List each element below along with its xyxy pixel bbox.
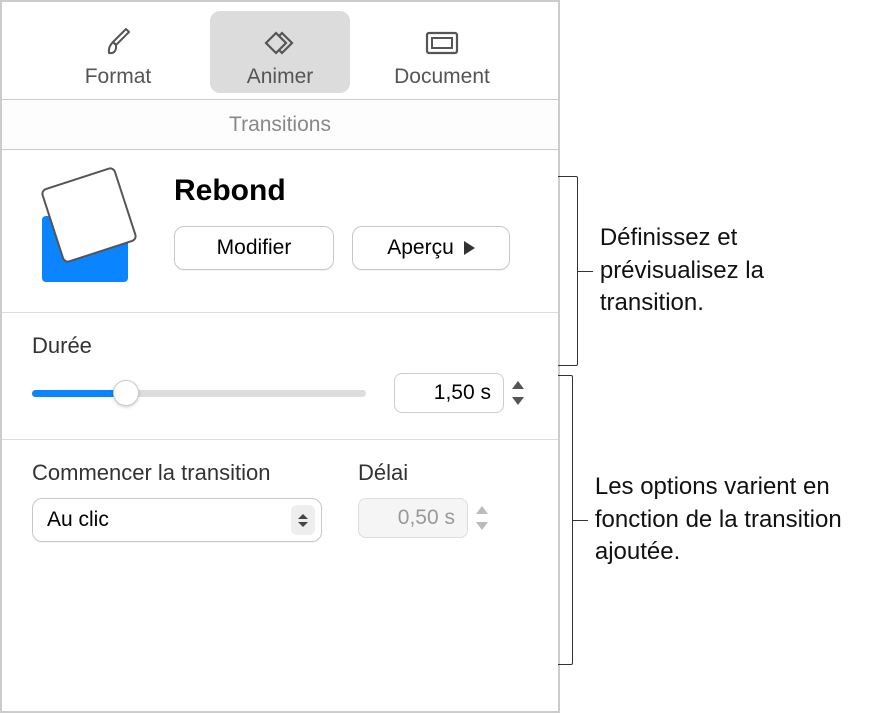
modify-button[interactable]: Modifier: [174, 226, 334, 270]
duration-input[interactable]: [394, 373, 504, 413]
duration-step-down[interactable]: [508, 394, 528, 409]
inspector-panel: Format Animer Document: [0, 0, 560, 713]
transition-name: Rebond: [174, 174, 528, 208]
tab-format[interactable]: Format: [48, 11, 188, 93]
delay-stepper: [358, 498, 492, 538]
diamond-icon: [258, 23, 302, 63]
subheader-transitions: Transitions: [2, 100, 558, 150]
delay-label: Délai: [358, 460, 492, 486]
delay-input[interactable]: [358, 498, 468, 538]
duration-step-up[interactable]: [508, 378, 528, 393]
duration-slider[interactable]: [32, 381, 366, 405]
play-icon: [464, 241, 475, 255]
delay-step-down[interactable]: [472, 519, 492, 534]
callouts-area: Définissez et prévisualisez la transitio…: [560, 0, 872, 713]
callout-top: Définissez et prévisualisez la transitio…: [558, 176, 872, 366]
tab-label: Format: [85, 65, 152, 89]
transition-thumbnail: [32, 174, 150, 284]
callout-bottom: Les options varient en fonction de la tr…: [558, 375, 872, 665]
start-transition-select[interactable]: Au clic: [32, 498, 322, 542]
preview-button[interactable]: Aperçu: [352, 226, 510, 270]
brush-icon: [102, 23, 134, 63]
chevron-updown-icon: [291, 505, 315, 535]
start-transition-label: Commencer la transition: [32, 460, 322, 486]
tabs-bar: Format Animer Document: [2, 2, 558, 100]
tab-animate[interactable]: Animer: [210, 11, 350, 93]
tab-label: Document: [394, 65, 490, 89]
tab-label: Animer: [247, 65, 314, 89]
duration-stepper: [394, 373, 528, 413]
duration-label: Durée: [32, 333, 528, 359]
tab-document[interactable]: Document: [372, 11, 512, 93]
slider-thumb[interactable]: [113, 380, 139, 406]
delay-step-up[interactable]: [472, 503, 492, 518]
document-icon: [424, 23, 460, 63]
